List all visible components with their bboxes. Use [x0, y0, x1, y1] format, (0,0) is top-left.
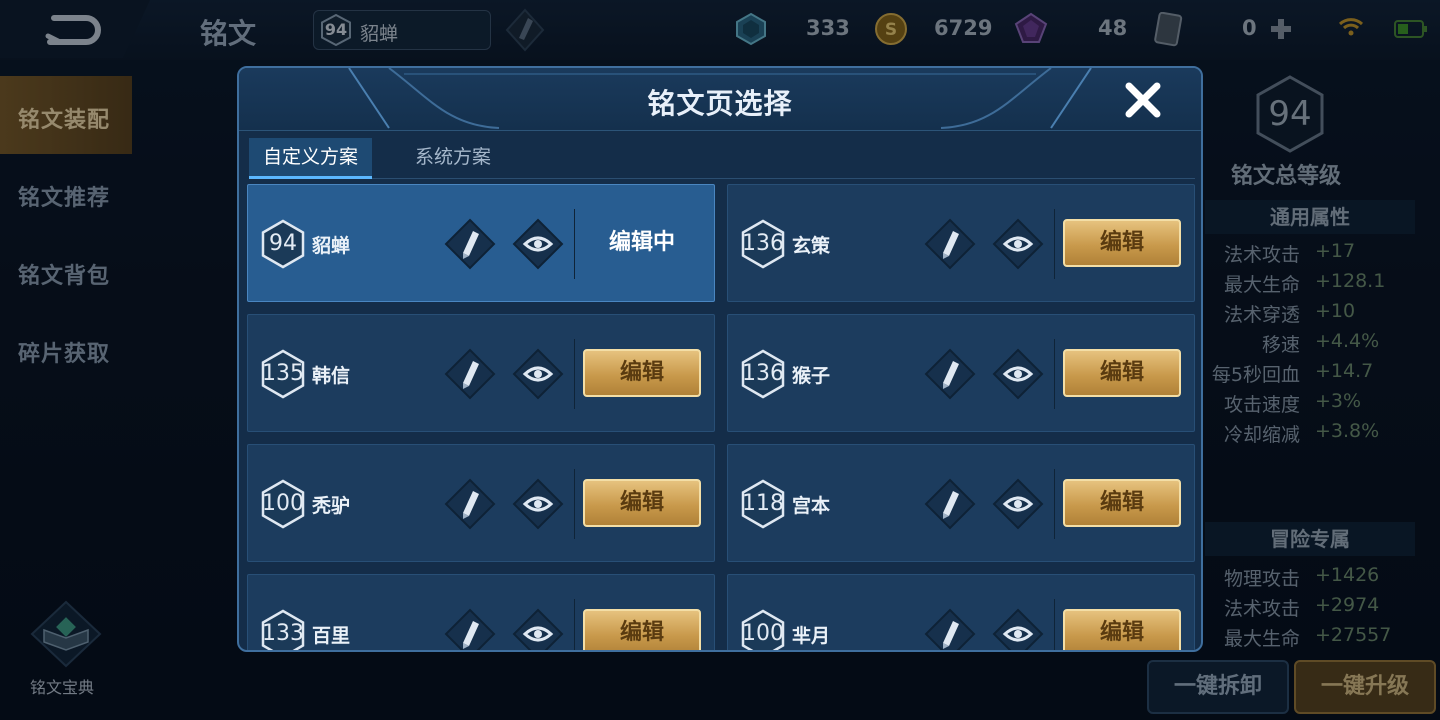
preview-eye-icon[interactable]	[992, 218, 1044, 270]
edit-button[interactable]: 编辑	[1063, 349, 1181, 397]
rename-pencil-icon[interactable]	[444, 478, 496, 530]
level-hexagon-icon: 100	[740, 609, 786, 650]
preview-eye-icon[interactable]	[512, 478, 564, 530]
card-divider	[574, 599, 575, 650]
page-level: 133	[262, 621, 304, 646]
edit-button[interactable]: 编辑	[583, 349, 701, 397]
edit-button[interactable]: 编辑	[1063, 479, 1181, 527]
rename-pencil-icon[interactable]	[924, 478, 976, 530]
preview-eye-icon[interactable]	[512, 218, 564, 270]
tab-custom-plans[interactable]: 自定义方案	[249, 138, 373, 179]
page-level: 100	[742, 621, 784, 646]
rune-page-card[interactable]: 133 百里 编辑	[247, 574, 715, 652]
tab-system-plans[interactable]: 系统方案	[401, 138, 505, 176]
dialog-header: 铭文页选择	[239, 68, 1201, 131]
card-divider	[1054, 209, 1055, 279]
page-name: 百里	[312, 625, 351, 647]
card-divider	[1054, 469, 1055, 539]
rename-pencil-icon[interactable]	[924, 218, 976, 270]
page-name: 宫本	[792, 495, 831, 517]
card-divider	[1054, 599, 1055, 650]
dialog-title: 铭文页选择	[647, 87, 793, 120]
card-divider	[574, 469, 575, 539]
dialog-tabs: 自定义方案 系统方案	[249, 138, 1195, 179]
preview-eye-icon[interactable]	[992, 478, 1044, 530]
level-hexagon-icon: 136	[740, 219, 786, 269]
page-level: 135	[262, 361, 304, 386]
page-name: 韩信	[312, 365, 351, 387]
rune-page-card[interactable]: 135 韩信 编辑	[247, 314, 715, 432]
editing-status: 编辑中	[608, 230, 675, 255]
page-name: 玄策	[792, 235, 831, 257]
rune-page-card[interactable]: 118 宫本 编辑	[727, 444, 1195, 562]
level-hexagon-icon: 135	[260, 349, 306, 399]
preview-eye-icon[interactable]	[992, 608, 1044, 652]
edit-button[interactable]: 编辑	[583, 609, 701, 650]
rune-page-card[interactable]: 136 玄策 编辑	[727, 184, 1195, 302]
preview-eye-icon[interactable]	[512, 348, 564, 400]
edit-button[interactable]: 编辑	[583, 479, 701, 527]
close-icon[interactable]	[1123, 80, 1163, 120]
rename-pencil-icon[interactable]	[444, 608, 496, 652]
page-level: 136	[742, 361, 784, 386]
rename-pencil-icon[interactable]	[444, 218, 496, 270]
page-level: 100	[262, 491, 304, 516]
rune-page-card[interactable]: 94 貂蝉 编辑中	[247, 184, 715, 302]
card-divider	[1054, 339, 1055, 409]
card-divider	[574, 339, 575, 409]
level-hexagon-icon: 133	[260, 609, 306, 650]
rename-pencil-icon[interactable]	[444, 348, 496, 400]
page-name: 猴子	[792, 365, 831, 387]
card-divider	[574, 209, 575, 279]
page-level: 94	[269, 231, 297, 256]
rune-page-select-dialog: 铭文页选择 自定义方案 系统方案 94 貂蝉 编辑中 136 玄策 编辑 135…	[237, 66, 1203, 652]
rune-page-card[interactable]: 100 芈月 编辑	[727, 574, 1195, 652]
page-level: 136	[742, 231, 784, 256]
rune-page-card[interactable]: 136 猴子 编辑	[727, 314, 1195, 432]
page-level: 118	[742, 491, 784, 516]
level-hexagon-icon: 94	[260, 219, 306, 269]
edit-button[interactable]: 编辑	[1063, 609, 1181, 650]
edit-button[interactable]: 编辑	[1063, 219, 1181, 267]
rename-pencil-icon[interactable]	[924, 608, 976, 652]
rename-pencil-icon[interactable]	[924, 348, 976, 400]
level-hexagon-icon: 100	[260, 479, 306, 529]
level-hexagon-icon: 118	[740, 479, 786, 529]
page-name: 芈月	[792, 625, 831, 647]
preview-eye-icon[interactable]	[992, 348, 1044, 400]
page-name: 貂蝉	[312, 235, 351, 257]
preview-eye-icon[interactable]	[512, 608, 564, 652]
level-hexagon-icon: 136	[740, 349, 786, 399]
page-name: 秃驴	[312, 495, 351, 517]
rune-page-card[interactable]: 100 秃驴 编辑	[247, 444, 715, 562]
